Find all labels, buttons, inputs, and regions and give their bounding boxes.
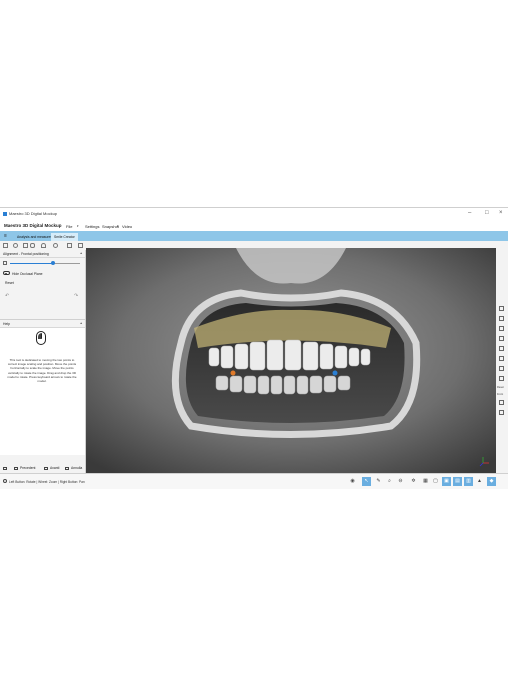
menu-file-arrow-icon[interactable]: ▾ — [77, 224, 79, 228]
help-section-title: Help — [3, 321, 10, 326]
file-icon[interactable]: ▢ — [431, 477, 440, 486]
title-bar: Maestro 3D Digital Mockup – □ × — [0, 208, 508, 220]
menu-file[interactable]: File — [66, 224, 72, 229]
front-view-label[interactable]: Front — [497, 393, 503, 396]
alignment-slider-fill — [10, 263, 54, 264]
zoom-out-icon[interactable]: ⊖ — [396, 477, 405, 486]
scale-icon — [3, 261, 7, 265]
tab-bar: ≡ Analysis and measures Smile Creator — [0, 231, 508, 241]
collapse-chevron-icon[interactable]: ▴ — [80, 251, 82, 255]
view-icon[interactable] — [13, 243, 18, 248]
arch-icon[interactable] — [41, 243, 46, 248]
help-text: This tool is dedicated to moving the two… — [7, 358, 77, 384]
export-icon[interactable]: ▥ — [464, 477, 473, 486]
left-view-icon[interactable] — [499, 336, 504, 341]
precedent-label: Precedent — [20, 466, 36, 470]
top-view-icon[interactable] — [499, 326, 504, 331]
collapse-chevron-icon[interactable]: ▴ — [80, 321, 82, 325]
app-icon — [3, 212, 7, 216]
mesh-icon[interactable]: ◆ — [487, 477, 496, 486]
panel-footer: Precedent Avanti Annulla — [0, 463, 85, 473]
alignment-point-right[interactable] — [332, 370, 338, 376]
3d-viewport[interactable] — [86, 248, 496, 473]
menu-video[interactable]: Video — [122, 224, 132, 229]
next-button[interactable]: Avanti — [44, 466, 59, 470]
tab-smile-creator[interactable]: Smile Creator — [51, 233, 78, 241]
model-icon[interactable]: ▤ — [453, 477, 462, 486]
app-name: Maestro 3D Digital Mockup — [4, 223, 62, 228]
layer-icon[interactable]: ▣ — [442, 477, 451, 486]
redo-icon[interactable]: ↷ — [74, 293, 78, 299]
face-photo[interactable] — [86, 248, 496, 473]
tool-strip — [0, 241, 85, 250]
precedent-button[interactable]: Precedent — [14, 466, 35, 470]
grid-view-icon[interactable]: ▦ — [421, 477, 430, 486]
window-title: Maestro 3D Digital Mockup — [9, 211, 58, 216]
menu-bar: Maestro 3D Digital Mockup File ▾ Setting… — [0, 220, 508, 231]
front-view-icon[interactable] — [499, 306, 504, 311]
right-toolbar: Reset Front — [496, 248, 508, 473]
back-view-icon[interactable] — [499, 366, 504, 371]
tooth-icon[interactable] — [53, 243, 58, 248]
measure-icon[interactable] — [67, 243, 72, 248]
photo-toggle-icon[interactable] — [499, 400, 504, 405]
hamburger-menu-icon[interactable]: ≡ — [4, 234, 7, 239]
right-view-icon[interactable] — [499, 346, 504, 351]
maximize-button[interactable]: □ — [485, 210, 489, 216]
hide-occlusal-plane-label: Hide Occlusal Plane — [12, 271, 43, 276]
app-window: Maestro 3D Digital Mockup – □ × Maestro … — [0, 207, 508, 489]
status-bar: Left Button: Rotate | Wheel: Zoom | Righ… — [0, 473, 508, 489]
hide-occlusal-plane-toggle[interactable] — [3, 271, 10, 275]
grid-icon[interactable] — [78, 243, 83, 248]
zoom-icon[interactable]: ⌕ — [385, 477, 394, 486]
menu-settings[interactable]: Settings — [85, 224, 99, 229]
close-button[interactable]: × — [499, 210, 503, 216]
help-panel: Help ▴ This tool is dedicated to moving … — [0, 319, 85, 455]
alignment-section-header[interactable]: Alignment - Frontal positioning ▴ — [0, 250, 85, 258]
help-section-header[interactable]: Help ▴ — [0, 320, 85, 328]
mouse-left-click-icon — [36, 331, 46, 345]
camera-icon[interactable] — [30, 243, 35, 248]
alignment-slider-handle[interactable] — [51, 261, 56, 265]
cancel-label: Annulla — [71, 466, 83, 470]
side-view-icon[interactable] — [499, 316, 504, 321]
menu-snapshot-arrow-icon[interactable]: ▾ — [117, 224, 119, 228]
photo-icon[interactable] — [23, 243, 28, 248]
eye-icon[interactable]: ◉ — [348, 477, 357, 486]
alignment-point-left[interactable] — [230, 370, 236, 376]
panel-menu-icon[interactable] — [3, 466, 9, 470]
undo-icon[interactable]: ↶ — [5, 293, 9, 299]
minimize-button[interactable]: – — [468, 210, 471, 216]
alignment-section-title: Alignment - Frontal positioning — [3, 251, 49, 256]
next-label: Avanti — [50, 466, 60, 470]
settings-icon[interactable]: ✲ — [409, 477, 418, 486]
mouse-icon — [3, 479, 7, 483]
iso-view-icon[interactable] — [499, 376, 504, 381]
reset-view-label[interactable]: Reset — [497, 386, 504, 389]
left-panel: Alignment - Frontal positioning ▴ Hide O… — [0, 250, 86, 475]
select-tool-icon[interactable]: ↖ — [362, 477, 371, 486]
mirror-icon[interactable] — [499, 410, 504, 415]
reset-label: Reset — [5, 281, 14, 285]
status-hint: Left Button: Rotate | Wheel: Zoom | Righ… — [9, 480, 85, 484]
layout-icon[interactable] — [3, 243, 8, 248]
pen-icon[interactable]: ✎ — [374, 477, 383, 486]
cancel-button[interactable]: Annulla — [65, 466, 82, 470]
triangle-icon[interactable]: ▲ — [475, 477, 484, 486]
bottom-view-icon[interactable] — [499, 356, 504, 361]
tab-analysis[interactable]: Analysis and measures — [14, 233, 55, 241]
